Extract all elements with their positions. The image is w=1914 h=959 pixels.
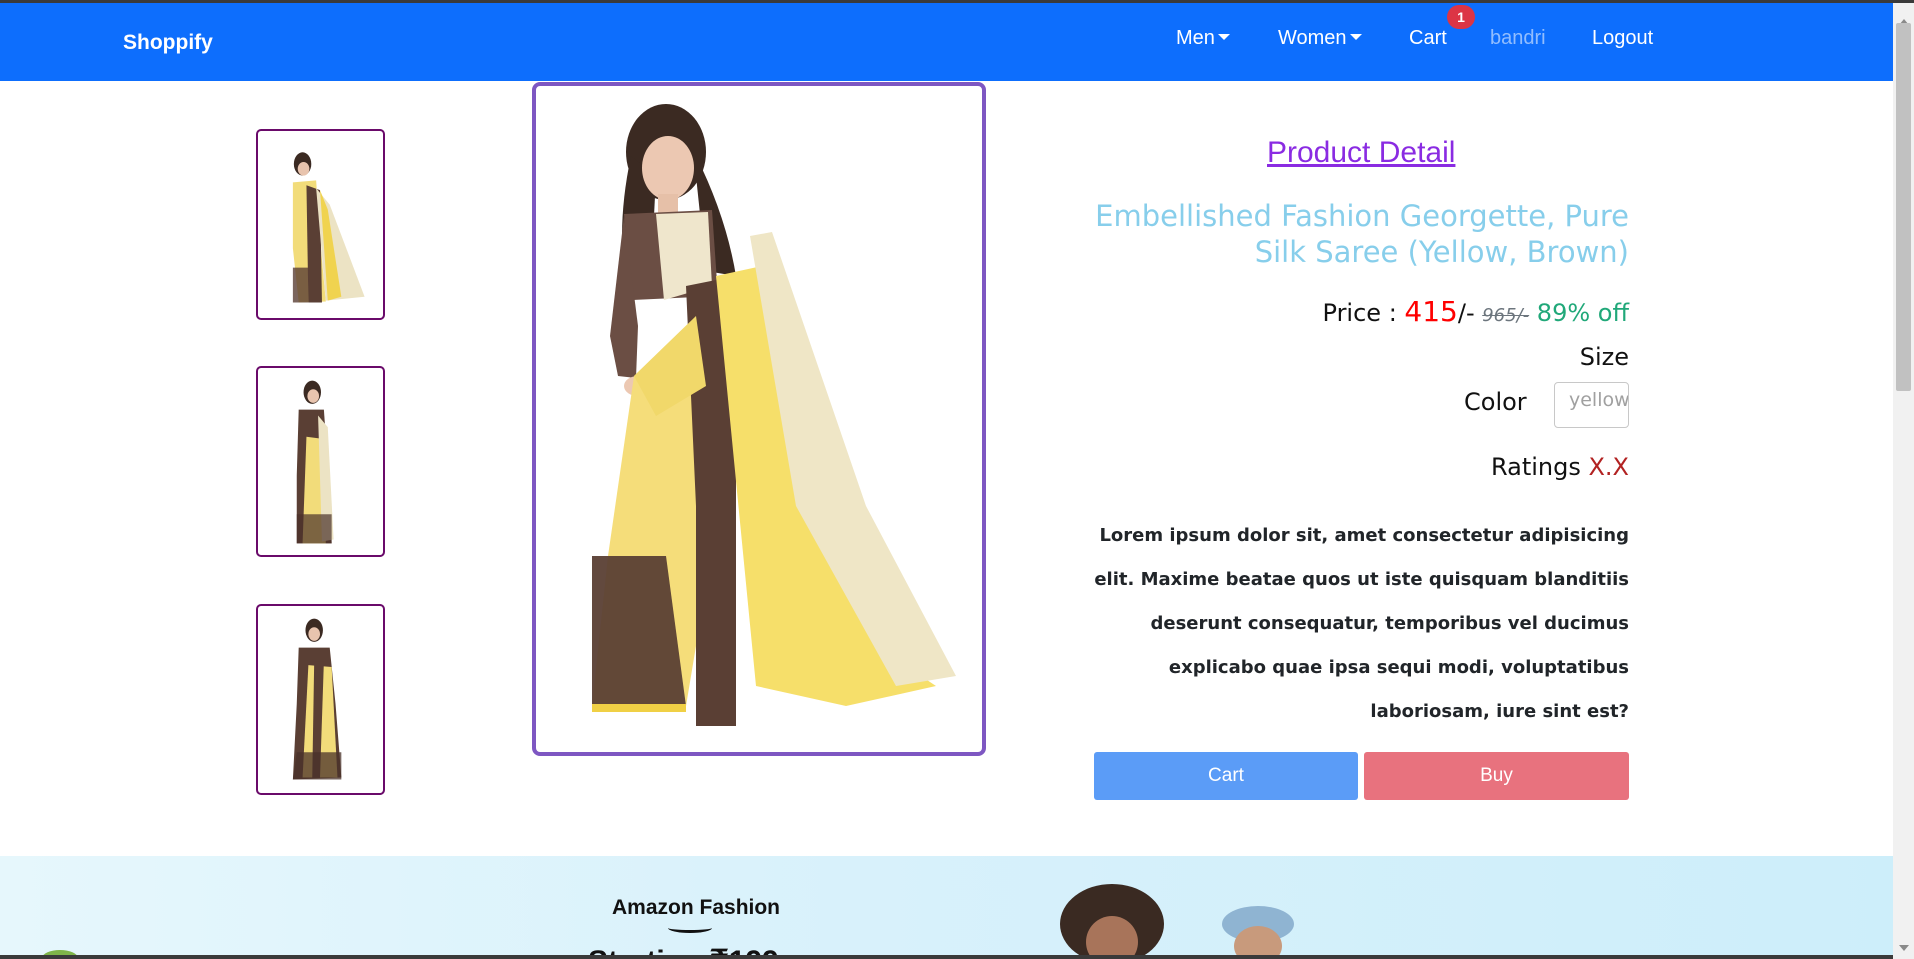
scroll-down-arrow-icon[interactable] [1899,945,1909,951]
product-description: Lorem ipsum dolor sit, amet consectetur … [1094,525,1629,722]
product-title: Embellished Fashion Georgette, Pure Silk… [1095,199,1629,269]
amazon-smile-icon [668,923,712,933]
add-to-cart-button[interactable]: Cart [1094,752,1358,800]
saree-thumbnail-image [292,618,342,780]
ratings-value: X.X [1588,453,1629,481]
saree-model-image [592,104,956,726]
nav-men-dropdown[interactable]: Men [1176,27,1230,50]
color-input[interactable]: yellow [1554,382,1629,428]
saree-thumbnail-image [296,380,334,544]
discount-text: 89% off [1536,299,1629,327]
page-scrollbar[interactable] [1893,3,1914,959]
navbar: Shoppify Men Women Cart 1 bandri Logout [0,3,1893,81]
nav-cart-link[interactable]: Cart [1409,27,1447,50]
promo-banner[interactable]: Amazon Fashion Starting ₹199 [0,856,1893,959]
product-thumbnail-1[interactable] [256,129,385,320]
color-label: Color [1464,388,1527,416]
caret-down-icon [1217,34,1230,40]
nav-logout-link[interactable]: Logout [1592,27,1653,50]
buy-now-button[interactable]: Buy [1364,752,1629,800]
product-thumbnail-3[interactable] [256,604,385,795]
price-row: Price : 415/- 965/- 89% off [1090,295,1629,328]
ratings-label: Ratings [1490,453,1589,481]
size-label: Size [1579,343,1629,371]
price-suffix: /- [1457,299,1483,327]
saree-thumbnail-image [292,152,365,303]
product-thumbnail-2[interactable] [256,366,385,557]
price-current: 415 [1404,295,1458,328]
price-label: Price : [1322,299,1405,327]
nav-men-label: Men [1176,27,1215,49]
product-detail-heading[interactable]: Product Detail [1267,136,1455,170]
price-original: 965/- [1482,305,1530,326]
nav-women-dropdown[interactable]: Women [1278,27,1362,50]
scroll-thumb[interactable] [1896,23,1911,391]
banner-models-image [1060,884,1294,959]
banner-brand-text: Amazon Fashion [612,896,781,919]
nav-women-label: Women [1278,27,1347,49]
window-bottom-edge [0,955,1893,959]
ratings-row: Ratings X.X [1090,453,1629,481]
cart-count-badge: 1 [1447,5,1475,29]
caret-down-icon [1349,34,1362,40]
main-product-image[interactable] [532,82,986,756]
nav-user-name[interactable]: bandri [1490,27,1546,50]
brand-logo[interactable]: Shoppify [123,31,213,55]
